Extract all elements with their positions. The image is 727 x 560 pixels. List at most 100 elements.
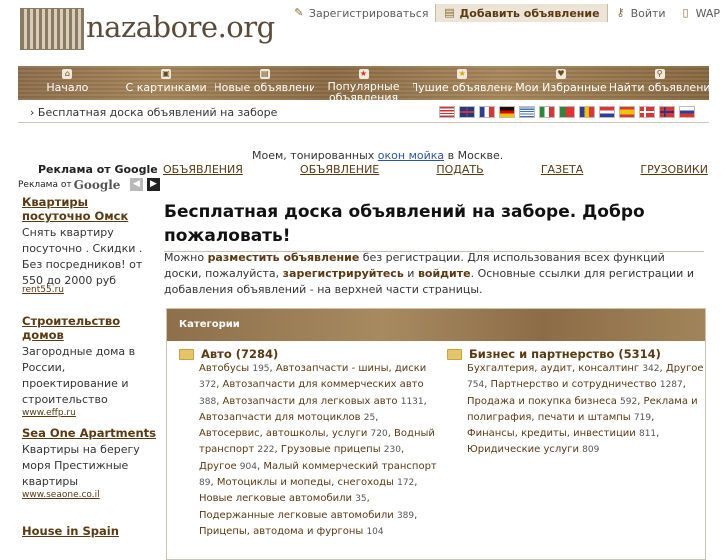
categories-header: Категории xyxy=(167,309,705,341)
adlink-ad[interactable]: ОБЪЯВЛЕНИЕ xyxy=(300,163,379,176)
ad-title[interactable]: Квартиры посуточно Омск xyxy=(22,195,158,223)
next-arrow-icon[interactable]: ▶ xyxy=(147,178,160,191)
subcategory-link[interactable]: Другое xyxy=(199,461,240,472)
breadcrumb-label[interactable]: Бесплатная доска объявлений на заборе xyxy=(38,106,278,119)
subcategory-count: 592 xyxy=(620,396,638,407)
flag-ru-icon[interactable] xyxy=(679,106,695,118)
add-doc-icon: ▤ xyxy=(444,6,455,19)
ad-title[interactable]: Строительство домов xyxy=(22,314,158,342)
nav-favorites[interactable]: ♥ Мои Избранные xyxy=(512,66,611,100)
category-title[interactable]: Авто (7284) xyxy=(179,347,439,361)
post-ad-link[interactable]: разместить объявление xyxy=(208,251,360,264)
subcategory-link[interactable]: Автозапчасти - шины, диски xyxy=(276,363,426,374)
subcategory-link[interactable]: Мотоциклы и мопеды, снегоходы xyxy=(217,477,397,488)
flag-en-us-icon[interactable] xyxy=(439,106,455,118)
category-name: Бизнес и партнерство (5314) xyxy=(469,347,661,361)
nav-popular[interactable]: ★ Популярные объявления xyxy=(314,66,413,100)
ad-title[interactable]: Sea One Apartments xyxy=(22,426,158,440)
adlink-trucks[interactable]: ГРУЗОВИКИ xyxy=(640,163,708,176)
category-column-business: Бизнес и партнерство (5314) Бухгалтерия,… xyxy=(447,347,707,459)
nav-best[interactable]: ★ Лушие объявлени xyxy=(413,66,512,100)
subcategory-link[interactable]: Малый коммерческий транспорт xyxy=(263,461,436,472)
logo[interactable]: nazabore.org xyxy=(20,6,275,50)
breadcrumb-bar: › Бесплатная доска объявлений на заборе xyxy=(18,102,709,123)
intro-part: и xyxy=(403,267,418,280)
subcategory-link[interactable]: Партнерство и сотрудничество xyxy=(491,379,660,390)
subcategory-count: 25 xyxy=(363,412,376,423)
ad-item[interactable]: Квартиры посуточно Омск Снять квартиру п… xyxy=(22,195,158,295)
login-inline-link[interactable]: войдите xyxy=(418,267,471,280)
subcategory-link[interactable]: Автозапчасти для легковых авто xyxy=(223,396,401,407)
home-icon: ⌂ xyxy=(62,69,73,79)
register-link[interactable]: ✎ Зарегистрироваться xyxy=(286,4,436,22)
subcategory-count: 89 xyxy=(199,478,211,489)
subcategory-list: Бухгалтерия, аудит, консалтинг 342, Друг… xyxy=(467,363,704,456)
subcategory-link[interactable]: Новые легковые автомобили xyxy=(199,493,355,504)
ad-item[interactable]: House in Spain xyxy=(22,524,158,538)
key-icon: ⚷ xyxy=(616,6,625,19)
subcategory-link[interactable]: Финансы, кредиты, инвестиции xyxy=(467,428,639,439)
subcategory-link[interactable]: Автобусы xyxy=(199,363,252,374)
folder-icon xyxy=(179,348,194,360)
subcategory-link[interactable]: Прицепы, автодома и фургоны xyxy=(199,526,366,537)
prev-arrow-icon[interactable]: ◀ xyxy=(130,178,143,191)
adlink-submit[interactable]: ПОДАТЬ xyxy=(436,163,483,176)
login-link[interactable]: ⚷ Войти xyxy=(608,4,673,22)
nav-home[interactable]: ⌂ Начало xyxy=(18,66,117,100)
flag-nl-icon[interactable] xyxy=(599,106,615,118)
flag-fr-icon[interactable] xyxy=(479,106,495,118)
adlink-ads[interactable]: ОБЪЯВЛЕНИЯ xyxy=(163,163,243,176)
register-label: Зарегистрироваться xyxy=(308,6,429,20)
nav-label: Найти объявлени xyxy=(610,81,710,94)
subcategory-link[interactable]: Юридические услуги xyxy=(467,444,582,455)
google-logo: Google xyxy=(73,178,121,192)
ads-by-google-header[interactable]: Реклама от Google xyxy=(18,163,158,176)
category-title[interactable]: Бизнес и партнерство (5314) xyxy=(447,347,707,361)
ads-by-label: Реклама от xyxy=(18,180,72,190)
nav-new[interactable]: ▤ Новые объявлени xyxy=(215,66,314,100)
ad-item[interactable]: Sea One Apartments Квартиры на берегу мо… xyxy=(22,426,158,500)
add-ad-link[interactable]: ▤ Добавить объявление xyxy=(435,4,608,22)
flag-gr-icon[interactable] xyxy=(519,106,535,118)
flag-pt-icon[interactable] xyxy=(559,106,575,118)
subcategory-link[interactable]: Продажа и покупка бизнеса xyxy=(467,396,620,407)
ad-arrows: ◀ ▶ xyxy=(130,178,160,191)
nav-with-pictures[interactable]: ▣ С картинками xyxy=(117,66,216,100)
ad-url[interactable]: www.effp.ru xyxy=(22,408,158,418)
star-red-icon: ★ xyxy=(358,69,369,79)
promo-link[interactable]: окон мойка xyxy=(378,149,444,162)
flag-no-icon[interactable] xyxy=(659,106,675,118)
pencil-icon: ✎ xyxy=(294,6,304,19)
subcategory-link[interactable]: Автосервис, автошколы, услуги xyxy=(199,428,371,439)
flag-es-icon[interactable] xyxy=(619,106,635,118)
subcategory-link[interactable]: Автозапчасти для мотоциклов xyxy=(199,412,364,423)
ad-title[interactable]: House in Spain xyxy=(22,524,158,538)
flag-it-icon[interactable] xyxy=(539,106,555,118)
nav-search[interactable]: ⚲ Найти объявлени xyxy=(610,66,709,100)
subcategory-count: 342 xyxy=(642,364,660,374)
login-label: Войти xyxy=(630,6,666,20)
subcategory-count: 388 xyxy=(199,396,217,407)
nav-label: Лушие объявлени xyxy=(412,81,512,94)
subcategory-link[interactable]: Грузовые прицепы xyxy=(281,444,384,455)
ad-body: Загородные дома в России, проектирование… xyxy=(22,345,136,406)
flag-en-gb-icon[interactable] xyxy=(459,106,475,118)
pictures-icon: ▣ xyxy=(161,69,172,79)
register-inline-link[interactable]: зарегистрируйтесь xyxy=(283,267,404,280)
ad-url[interactable]: www.seaone.co.il xyxy=(22,490,158,500)
subcategory-link[interactable]: Другое xyxy=(666,363,704,374)
search-icon: ⚲ xyxy=(654,69,665,79)
ad-item[interactable]: Строительство домов Загородные дома в Ро… xyxy=(22,314,158,418)
wap-link[interactable]: ▯ WAP xyxy=(673,4,727,22)
promo-line: Моем, тонированных окон мойка в Москве. xyxy=(252,149,503,162)
subcategory-link[interactable]: Подержанные легковые автомобили xyxy=(199,510,397,521)
adlink-newspaper[interactable]: ГАЗЕТА xyxy=(541,163,583,176)
subcategory-count: 195 xyxy=(252,364,270,374)
subcategory-link[interactable]: Бухгалтерия, аудит, консалтинг xyxy=(467,363,642,374)
flag-ro-icon[interactable] xyxy=(579,106,595,118)
subcategory-count: 754 xyxy=(467,380,485,391)
flag-dk-icon[interactable] xyxy=(639,106,655,118)
top-links: ✎ Зарегистрироваться ▤ Добавить объявление… xyxy=(286,3,727,23)
flag-de-icon[interactable] xyxy=(499,106,515,118)
subcategory-link[interactable]: Автозапчасти для коммерческих авто xyxy=(223,379,424,390)
